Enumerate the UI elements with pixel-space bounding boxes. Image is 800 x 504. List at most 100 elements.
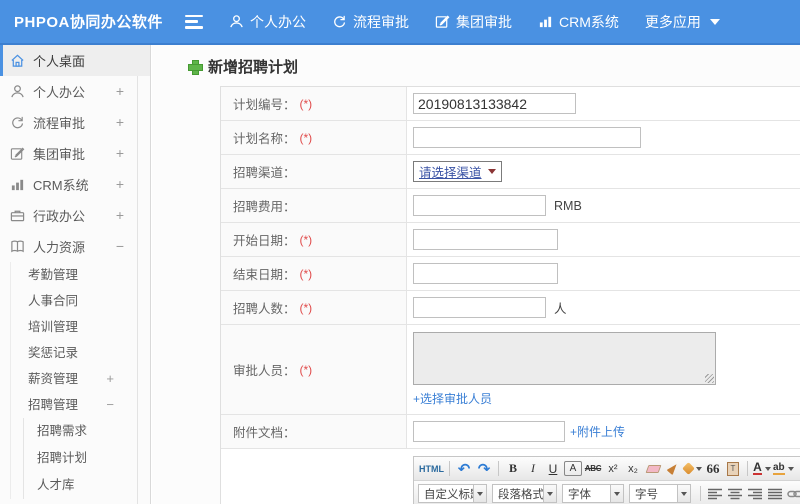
italic-button[interactable]: I (524, 459, 542, 478)
redo-button[interactable]: ↷ (475, 459, 493, 478)
align-right-button[interactable] (746, 484, 764, 503)
end-date-input[interactable] (413, 263, 558, 284)
html-source-button[interactable]: HTML (419, 459, 444, 478)
nav-more-apps[interactable]: 更多应用 (645, 12, 720, 32)
subscript-button[interactable]: x₂ (624, 459, 642, 478)
combo-value: 字号 (635, 488, 658, 501)
format-brush-button[interactable] (664, 459, 682, 478)
start-date-input[interactable] (413, 229, 558, 250)
menu-toggle-icon[interactable] (185, 14, 203, 29)
underline-button[interactable]: U (544, 459, 562, 478)
combo-caret[interactable] (473, 485, 486, 502)
custom-heading-combo[interactable]: 自定义标题 (418, 484, 487, 503)
nav-label: 更多应用 (644, 13, 701, 30)
sidebar-item-attendance[interactable]: 考勤管理 (11, 262, 150, 288)
highlight-color-button[interactable]: ab (773, 459, 794, 478)
sidebar-item-label: 培训管理 (28, 320, 79, 334)
sidebar-item-label: 招聘管理 (28, 398, 79, 412)
plan-number-input[interactable] (413, 93, 576, 114)
toolbar-separator (700, 486, 701, 501)
sidebar-item-rewards[interactable]: 奖惩记录 (11, 340, 150, 366)
channel-select-value: 请选择渠道 (419, 166, 482, 180)
remove-format-button[interactable]: A (564, 461, 582, 476)
sidebar-item-hr-contract[interactable]: 人事合同 (11, 288, 150, 314)
sidebar-item-label: 奖惩记录 (28, 346, 79, 360)
refresh-icon (12, 116, 24, 129)
font-color-button[interactable]: A (753, 459, 771, 478)
nav-personal-office[interactable]: 个人办公 (229, 12, 306, 32)
field-label: 计划编号： (233, 98, 296, 112)
channel-select[interactable]: 请选择渠道 (413, 161, 502, 182)
sidebar-item-workflow-approval[interactable]: 流程审批 + (0, 107, 150, 138)
chevron-down-icon (614, 491, 620, 496)
fee-input[interactable] (413, 195, 546, 216)
expand-plus-icon[interactable]: + (116, 169, 124, 200)
expand-plus-icon[interactable]: + (106, 366, 114, 392)
combo-caret[interactable] (677, 485, 690, 502)
collapse-minus-icon[interactable]: − (106, 392, 114, 418)
choose-approvers-link[interactable]: +选择审批人员 (413, 390, 492, 407)
chevron-down-icon (477, 491, 483, 496)
paragraph-format-combo[interactable]: 段落格式 (492, 484, 557, 503)
sidebar-item-desktop[interactable]: 个人桌面 (0, 45, 150, 76)
sidebar-item-admin-office[interactable]: 行政办公 + (0, 200, 150, 231)
expand-plus-icon[interactable]: + (116, 138, 124, 169)
align-justify-button[interactable] (766, 484, 784, 503)
sidebar-item-group-approval[interactable]: 集团审批 + (0, 138, 150, 169)
align-center-button[interactable] (726, 484, 744, 503)
expand-plus-icon[interactable]: + (116, 107, 124, 138)
bold-button[interactable]: B (504, 459, 522, 478)
expand-plus-icon[interactable]: + (116, 76, 124, 107)
attachment-input[interactable] (413, 421, 565, 442)
blockquote-button[interactable]: 66 (704, 459, 722, 478)
sparkle-icon (682, 462, 695, 475)
sidebar-item-recruit-plan[interactable]: 招聘计划 (24, 445, 150, 472)
align-left-button[interactable] (706, 484, 724, 503)
nav-crm-system[interactable]: CRM系统 (538, 12, 619, 32)
collapse-minus-icon[interactable]: − (116, 231, 124, 262)
headcount-input[interactable] (413, 297, 546, 318)
link-button[interactable] (786, 484, 800, 503)
paste-text-button[interactable]: T (724, 459, 742, 478)
chevron-down-icon (764, 466, 771, 471)
field-value-cell (407, 223, 800, 256)
plan-name-input[interactable] (413, 127, 641, 148)
book-icon (11, 240, 24, 253)
strikethrough-button[interactable]: ABC (584, 459, 602, 478)
sidebar-item-hr[interactable]: 人力资源 − (0, 231, 150, 262)
sidebar-item-training[interactable]: 培训管理 (11, 314, 150, 340)
font-color-icon: A (753, 460, 762, 475)
sidebar-item-personal-office[interactable]: 个人办公 + (0, 76, 150, 107)
sidebar-item-salary[interactable]: 薪资管理 + (11, 366, 150, 392)
resize-handle[interactable] (705, 374, 714, 383)
sidebar-item-label: 人才库 (37, 478, 75, 492)
font-size-combo[interactable]: 字号 (629, 484, 691, 503)
sidebar: 个人桌面 个人办公 + 流程审批 + 集团审批 + CRM系统 + 行政办公 +… (0, 45, 151, 504)
attachment-upload-link[interactable]: +附件上传 (570, 423, 625, 440)
field-value-cell: 请选择渠道 (407, 155, 800, 188)
superscript-button[interactable]: x² (604, 459, 622, 478)
sidebar-item-recruit-demand[interactable]: 招聘需求 (24, 418, 150, 445)
toolbar-separator (449, 461, 450, 476)
expand-plus-icon[interactable]: + (116, 200, 124, 231)
field-label-cell: 附件文档： (221, 415, 407, 448)
eraser-button[interactable] (644, 459, 662, 478)
field-value-cell: +附件上传 (407, 415, 800, 448)
undo-button[interactable]: ↶ (455, 459, 473, 478)
sidebar-item-talent-pool[interactable]: 人才库 (24, 472, 150, 499)
nav-workflow-approval[interactable]: 流程审批 (332, 12, 409, 32)
chevron-down-icon (696, 466, 702, 471)
form-row-plan-no: 计划编号： (*) (221, 87, 800, 121)
approvers-textarea[interactable] (413, 332, 716, 385)
combo-caret[interactable] (610, 485, 623, 502)
user-icon (230, 15, 243, 28)
font-family-combo[interactable]: 字体 (562, 484, 624, 503)
sidebar-item-recruit-mgmt[interactable]: 招聘管理 − (11, 392, 150, 418)
combo-caret[interactable] (543, 485, 556, 502)
auto-typeset-button[interactable] (682, 459, 702, 478)
sidebar-item-label: CRM系统 (33, 178, 89, 193)
nav-group-approval[interactable]: 集团审批 (435, 12, 512, 32)
form-row-end-date: 结束日期： (*) (221, 257, 800, 291)
clipped-toolbar-button[interactable] (796, 459, 800, 478)
sidebar-item-crm[interactable]: CRM系统 + (0, 169, 150, 200)
